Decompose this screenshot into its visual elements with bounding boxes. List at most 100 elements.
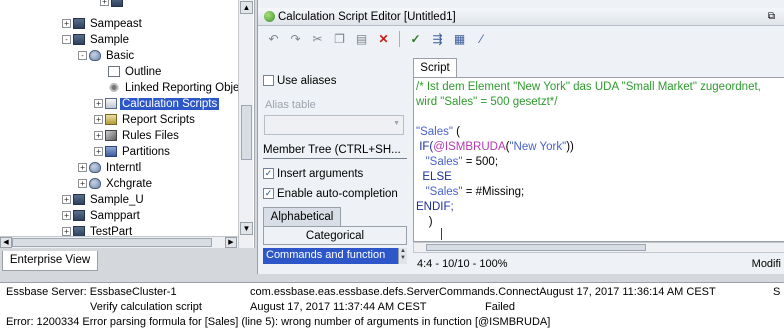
server-icon [73, 194, 85, 206]
use-aliases-label: Use aliases [277, 75, 337, 87]
scroll-thumb[interactable] [241, 105, 252, 160]
grid-icon[interactable]: ▦ [450, 30, 469, 49]
message-time: August 17, 2017 11:37:44 AM CEST [250, 301, 427, 313]
tree-item-partitions[interactable]: + Partitions [94, 145, 172, 159]
paste-icon[interactable]: ▤ [352, 30, 371, 49]
tree-item-label: Interntl [106, 162, 142, 174]
expand-toggle[interactable]: + [62, 211, 71, 221]
alias-table-label: Alias table [265, 99, 316, 111]
database-icon [89, 162, 101, 174]
text-cursor [441, 228, 442, 240]
tree-item-label: Basic [106, 50, 135, 62]
tab-categorical[interactable]: Categorical [263, 226, 407, 245]
message-action: Verify calculation script [90, 301, 202, 313]
scroll-left-icon[interactable]: ◀ [0, 237, 12, 248]
tab-alphabetical[interactable]: Alphabetical [263, 207, 341, 226]
expand-toggle[interactable]: + [94, 131, 103, 141]
expand-toggle[interactable]: + [78, 163, 87, 173]
checkbox-box[interactable]: ✓ [263, 188, 274, 200]
tree-item-sample-u[interactable]: + Sample_U [62, 193, 146, 207]
list-item[interactable]: Commands and function [266, 249, 385, 261]
code-string: "Sales" [416, 186, 463, 198]
server-icon [73, 34, 85, 46]
scroll-thumb[interactable] [12, 238, 212, 247]
linked-reporting-icon [108, 82, 120, 94]
editor-options-panel: Use aliases Alias table ▼ Member Tree (C… [259, 55, 409, 274]
expand-toggle[interactable]: + [78, 179, 87, 189]
code-line-4: "Sales" ( [416, 125, 460, 140]
script-text-area[interactable]: /* Ist dem Element "New York" das UDA "S… [413, 77, 784, 242]
server-icon [111, 0, 123, 8]
message-error: Error: 1200334 Error parsing formula for… [6, 316, 551, 328]
expand-toggle[interactable]: + [94, 115, 103, 125]
code-string: "New York" [509, 141, 567, 153]
undo-icon[interactable]: ↶ [264, 30, 283, 49]
tree-item-label: Xchgrate [106, 178, 153, 190]
expand-toggle[interactable]: + [62, 195, 71, 205]
messages-panel: Essbase Server: EssbaseCluster-1 com.ess… [0, 282, 784, 329]
tree-item-linked-reporting[interactable]: Linked Reporting Obje [108, 81, 241, 95]
rules-files-icon [105, 130, 117, 142]
expand-toggle[interactable]: + [94, 99, 103, 109]
code-line-7: ELSE [416, 171, 452, 183]
member-tree-button[interactable]: Member Tree (CTRL+SH... [263, 141, 407, 159]
commands-and-functions-list[interactable]: Commands and function ▲ ▼ [263, 248, 407, 264]
tree-item-outline[interactable]: Outline [108, 65, 163, 79]
tree-item-sampeast[interactable]: + Sampeast [62, 17, 144, 31]
use-aliases-checkbox[interactable]: Use aliases [263, 75, 336, 87]
format-icon[interactable]: ⁄ [472, 30, 491, 49]
enable-autocompletion-checkbox[interactable]: ✓ Enable auto-completion [263, 188, 398, 200]
code-line-1: /* Ist dem Element "New York" das UDA "S… [416, 81, 761, 93]
tree-item-label: Sample [90, 34, 129, 46]
spinner-icon[interactable]: ▲ ▼ [398, 248, 407, 264]
window-controls[interactable]: ⧉ [768, 8, 777, 26]
editor-title-bar: Calculation Script Editor [Untitled1] ⧉ [258, 8, 784, 26]
scroll-up-icon[interactable]: ▲ [240, 1, 253, 14]
code-line-6: "Sales" = 500; [416, 155, 498, 170]
database-icon [89, 178, 101, 190]
collapse-toggle[interactable]: - [62, 35, 71, 45]
code-text: = 500; [462, 156, 499, 168]
expand-toggle[interactable]: + [62, 19, 71, 29]
scroll-thumb[interactable] [426, 244, 646, 251]
tree-item-report-scripts[interactable]: + Report Scripts [94, 113, 197, 127]
tab-enterprise-view[interactable]: Enterprise View [2, 251, 98, 271]
tree-item-label: Samppart [90, 210, 140, 222]
tree-vertical-scrollbar[interactable]: ▲ ▼ [238, 0, 253, 248]
code-line-5: IF(@ISMBRUDA("New York")) [416, 140, 574, 155]
checkbox-box[interactable]: ✓ [263, 168, 274, 180]
script-horizontal-scrollbar[interactable] [413, 242, 784, 253]
editor-status-bar: 4:4 - 10/10 - 100% Modifi [413, 256, 784, 272]
cursor-position: 4:4 - 10/10 - 100% [417, 258, 508, 270]
tree-item-label: Sample_U [90, 194, 144, 206]
tab-script[interactable]: Script [413, 58, 457, 78]
restore-icon[interactable]: ⧉ [768, 11, 777, 22]
message-connect: com.essbase.eas.essbase.defs.ServerComma… [250, 286, 716, 298]
tree-item-samppart[interactable]: + Samppart [62, 209, 142, 223]
expand-toggle[interactable]: + [94, 147, 103, 157]
tree-item-rules-files[interactable]: + Rules Files [94, 129, 181, 143]
tree-item-interntl[interactable]: + Interntl [78, 161, 143, 175]
checkbox-box[interactable] [263, 75, 274, 87]
copy-icon[interactable]: ❐ [330, 30, 349, 49]
tree-item-sample[interactable]: - Sample [62, 33, 131, 47]
scroll-right-icon[interactable]: ▶ [225, 237, 237, 248]
tree-item-calculation-scripts[interactable]: + Calculation Scripts [94, 97, 220, 111]
scroll-down-icon[interactable]: ▼ [240, 222, 253, 235]
tree-item-xchgrate[interactable]: + Xchgrate [78, 177, 154, 191]
insert-arguments-checkbox[interactable]: ✓ Insert arguments [263, 168, 363, 180]
collapse-toggle[interactable]: - [78, 51, 87, 61]
tree-horizontal-scrollbar[interactable]: ◀ ▶ [0, 236, 238, 248]
tree-item-label: Sampeast [90, 18, 142, 30]
delete-icon[interactable]: ✕ [374, 30, 393, 49]
message-status-cut: S [773, 286, 781, 298]
redo-icon[interactable]: ↷ [286, 30, 305, 49]
cut-icon[interactable]: ✂ [308, 30, 327, 49]
validate-icon[interactable]: ✓ [406, 30, 425, 49]
execute-icon[interactable]: ⇶ [428, 30, 447, 49]
code-text: ( [452, 126, 460, 138]
tree-item-basic[interactable]: - Basic [78, 49, 136, 63]
alias-table-select[interactable]: ▼ [264, 115, 404, 135]
toolbar-separator [399, 31, 400, 47]
expand-toggle[interactable]: + [100, 0, 109, 7]
